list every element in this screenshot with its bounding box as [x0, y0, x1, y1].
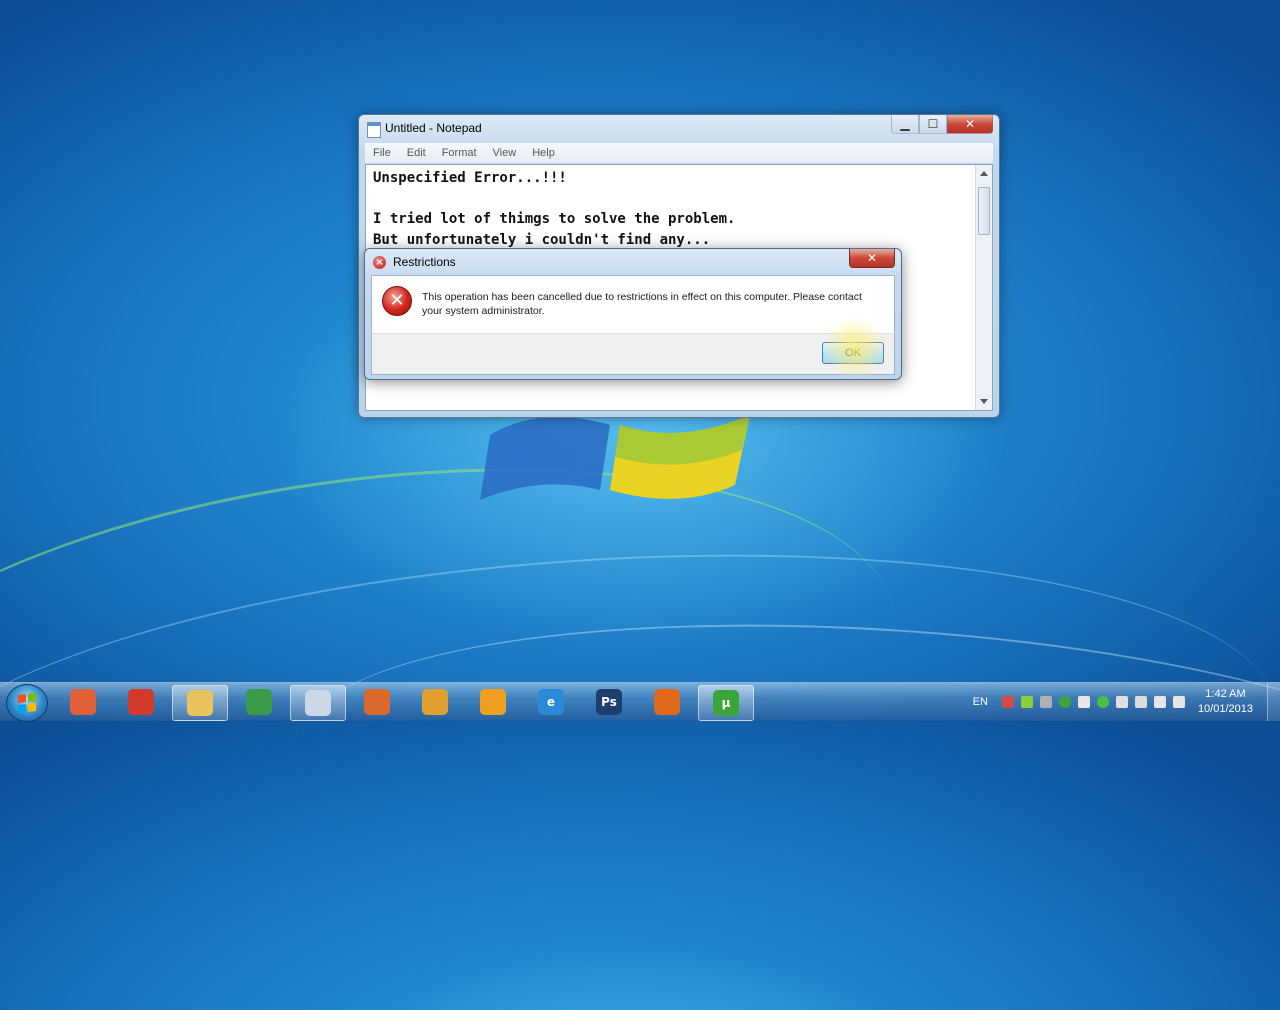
taskbar-button[interactable] — [466, 685, 520, 719]
clock-time: 1:42 AM — [1205, 688, 1246, 700]
dialog-body: ✕ This operation has been cancelled due … — [371, 275, 895, 334]
tray-app-icon[interactable] — [1001, 696, 1014, 708]
scroll-up-icon[interactable] — [980, 171, 988, 176]
notepad-title-icon — [367, 122, 381, 138]
taskbar: e Ps µ EN 1:42 AM 10/01/2013 — [0, 682, 1280, 722]
scroll-down-icon[interactable] — [980, 399, 988, 404]
tray-app-icon[interactable] — [1039, 696, 1052, 708]
system-tray: EN 1:42 AM 10/01/2013 — [973, 683, 1280, 721]
show-desktop-button[interactable] — [1267, 683, 1280, 721]
taskbar-button[interactable] — [408, 685, 462, 719]
taskbar-button[interactable] — [350, 685, 404, 719]
restrictions-dialog: × Restrictions ✕ ✕ This operation has be… — [364, 248, 902, 380]
dialog-close-button[interactable]: ✕ — [849, 249, 895, 268]
bluetooth-icon[interactable] — [1077, 696, 1090, 708]
taskbar-button[interactable]: µ — [698, 685, 754, 721]
tasklist-icon — [364, 689, 390, 715]
error-small-icon: × — [373, 256, 386, 269]
windows-flag-icon — [18, 693, 36, 713]
scroll-thumb[interactable] — [978, 187, 990, 235]
ok-button[interactable]: OK — [822, 342, 884, 364]
maximize-button[interactable]: ☐ — [919, 115, 947, 134]
taskbar-button[interactable] — [172, 685, 228, 721]
folder-app-icon — [480, 689, 506, 715]
menu-bar: File Edit Format View Help — [365, 143, 993, 163]
tray-status-icon[interactable] — [1096, 696, 1109, 708]
battery-icon[interactable] — [1020, 696, 1033, 708]
close-button[interactable]: ✕ — [947, 115, 993, 134]
firefox-icon — [654, 689, 680, 715]
taskbar-button[interactable] — [56, 685, 110, 719]
language-indicator[interactable]: EN — [973, 696, 988, 708]
network-icon[interactable] — [1134, 696, 1147, 708]
taskbar-button[interactable]: e — [524, 685, 578, 719]
menu-file[interactable]: File — [365, 147, 399, 159]
paint-icon — [70, 689, 96, 715]
dialog-footer: OK — [371, 333, 895, 375]
ccleaner-icon — [128, 689, 154, 715]
app-icon — [422, 689, 448, 715]
photoshop-icon: Ps — [596, 689, 622, 715]
menu-edit[interactable]: Edit — [399, 147, 434, 159]
taskbar-items: e Ps µ — [56, 685, 758, 721]
menu-format[interactable]: Format — [434, 147, 485, 159]
notepad-icon — [305, 690, 331, 716]
desktop-swoosh — [0, 511, 1280, 1010]
clock[interactable]: 1:42 AM 10/01/2013 — [1198, 687, 1253, 717]
menu-help[interactable]: Help — [524, 147, 563, 159]
taskbar-button[interactable] — [640, 685, 694, 719]
taskbar-button[interactable] — [290, 685, 346, 721]
dialog-message: This operation has been cancelled due to… — [422, 291, 862, 317]
explorer-icon — [187, 690, 213, 716]
menu-view[interactable]: View — [485, 147, 525, 159]
start-button[interactable] — [6, 684, 48, 722]
taskbar-button[interactable]: Ps — [582, 685, 636, 719]
clock-date: 10/01/2013 — [1197, 703, 1253, 715]
window-title: Untitled - Notepad — [385, 121, 482, 135]
ie-icon: e — [538, 689, 564, 715]
utorrent-icon: µ — [713, 690, 739, 716]
minimize-button[interactable]: ▁ — [891, 115, 919, 134]
action-center-icon[interactable] — [1172, 696, 1185, 708]
dialog-title: Restrictions — [393, 255, 456, 269]
chrome-icon — [246, 689, 272, 715]
caption-buttons: ▁ ☐ ✕ — [891, 115, 993, 134]
vertical-scrollbar[interactable] — [975, 165, 992, 410]
volume-icon[interactable] — [1153, 696, 1166, 708]
error-icon: ✕ — [382, 286, 412, 316]
taskbar-button[interactable] — [114, 685, 168, 719]
utorrent-tray-icon[interactable] — [1058, 696, 1071, 708]
power-icon[interactable] — [1115, 696, 1128, 708]
desktop-swoosh — [290, 588, 1280, 974]
taskbar-button[interactable] — [232, 685, 286, 719]
